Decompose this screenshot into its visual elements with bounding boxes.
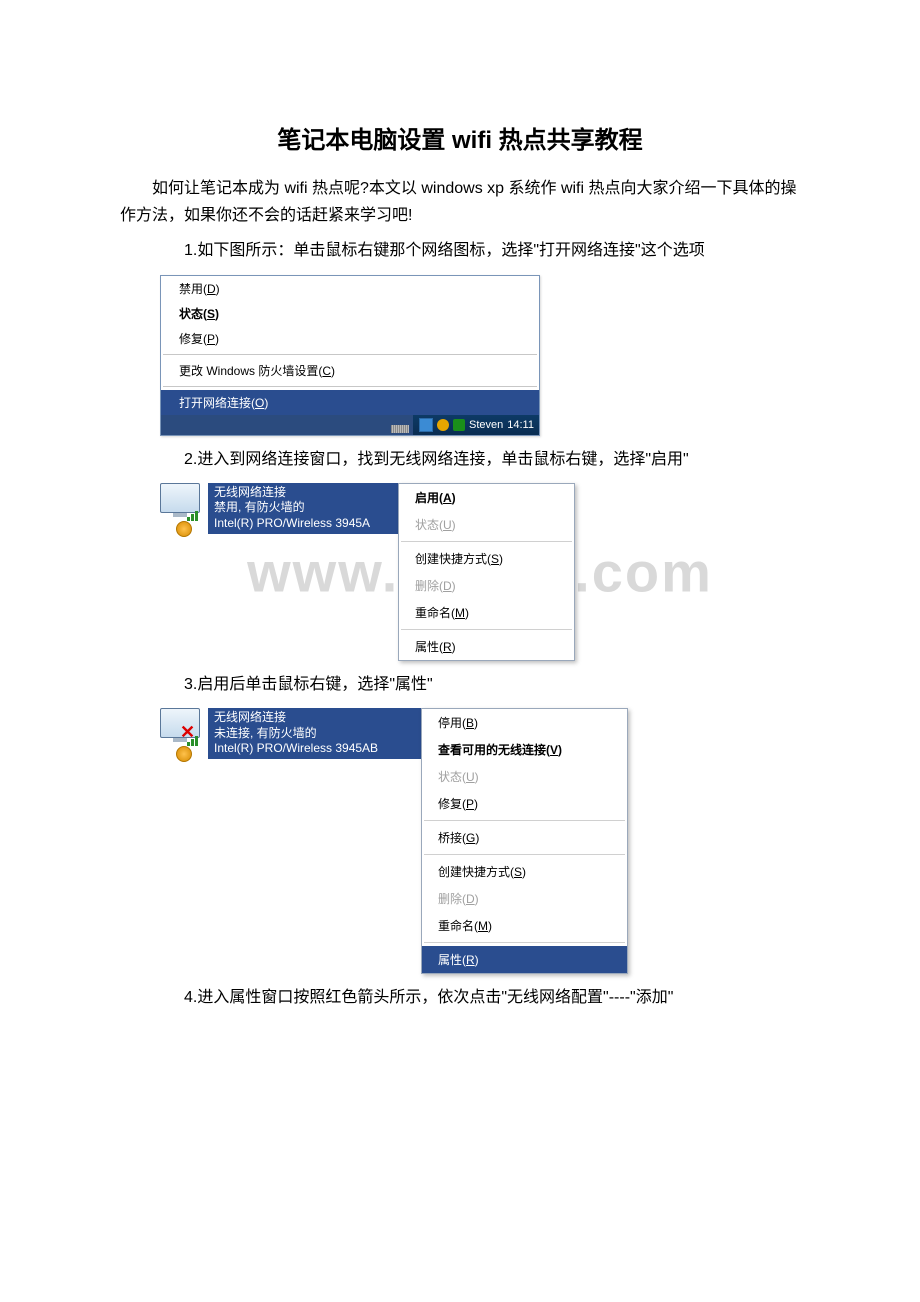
menu-item-enable[interactable]: 启用(A) — [399, 484, 574, 511]
tray-time: 14:11 — [507, 419, 534, 431]
taskbar: Steven 14:11 — [161, 415, 539, 435]
menu-item-bridge[interactable]: 桥接(G) — [422, 824, 627, 851]
menu-item-repair[interactable]: 修复(P) — [422, 790, 627, 817]
menu-item-firewall[interactable]: 更改 Windows 防火墙设置(C) — [161, 358, 539, 383]
menu-item-disable[interactable]: 停用(B) — [422, 709, 627, 736]
step-2: 2.进入到网络连接窗口，找到无线网络连接，单击鼠标右键，选择"启用" — [184, 446, 800, 473]
menu-item-status: 状态(U) — [422, 763, 627, 790]
network-icon[interactable] — [419, 418, 433, 432]
taskbar-context-menu: 禁用(D) 状态(S) 修复(P) 更改 Windows 防火墙设置(C) 打开… — [160, 275, 540, 436]
menu-separator — [424, 942, 625, 943]
menu-item-disable[interactable]: 禁用(D) — [161, 276, 539, 301]
menu-separator — [163, 386, 537, 387]
menu-item-status[interactable]: 状态(S) — [161, 301, 539, 326]
security-icon[interactable] — [437, 419, 449, 431]
step-3: 3.启用后单击鼠标右键，选择"属性" — [184, 671, 800, 698]
wireless-adapter-icon[interactable]: ✕ — [160, 708, 208, 738]
context-menu: 停用(B) 查看可用的无线连接(V) 状态(U) 修复(P) 桥接(G) 创建快… — [421, 708, 628, 974]
menu-item-rename[interactable]: 重命名(M) — [399, 599, 574, 626]
page-title: 笔记本电脑设置 wifi 热点共享教程 — [120, 120, 800, 155]
menu-separator — [424, 820, 625, 821]
menu-item-delete: 删除(D) — [399, 572, 574, 599]
wireless-connection-disabled: 无线网络连接 禁用, 有防火墙的 Intel(R) PRO/Wireless 3… — [160, 483, 628, 661]
menu-item-rename[interactable]: 重命名(M) — [422, 912, 627, 939]
step-4: 4.进入属性窗口按照红色箭头所示，依次点击"无线网络配置"----"添加" — [184, 984, 800, 1011]
wireless-connection-label[interactable]: 无线网络连接 禁用, 有防火墙的 Intel(R) PRO/Wireless 3… — [208, 483, 400, 534]
context-menu: 启用(A) 状态(U) 创建快捷方式(S) 删除(D) 重命名(M) 属性(R) — [398, 483, 575, 661]
menu-separator — [163, 354, 537, 355]
step-1: 1.如下图所示：单击鼠标右键那个网络图标，选择"打开网络连接"这个选项 — [184, 237, 800, 264]
wireless-adapter-icon[interactable] — [160, 483, 208, 513]
menu-separator — [401, 541, 572, 542]
menu-item-status: 状态(U) — [399, 511, 574, 538]
taskbar-handle — [391, 425, 409, 433]
menu-item-properties[interactable]: 属性(R) — [399, 633, 574, 660]
menu-separator — [401, 629, 572, 630]
tray-user: Steven — [469, 419, 503, 431]
menu-item-open-network[interactable]: 打开网络连接(O) — [161, 390, 539, 415]
menu-item-shortcut[interactable]: 创建快捷方式(S) — [399, 545, 574, 572]
wifi-icon[interactable] — [453, 419, 465, 431]
x-icon: ✕ — [180, 722, 195, 743]
menu-item-properties[interactable]: 属性(R) — [422, 946, 627, 973]
menu-item-view-networks[interactable]: 查看可用的无线连接(V) — [422, 736, 627, 763]
menu-item-shortcut[interactable]: 创建快捷方式(S) — [422, 858, 627, 885]
menu-item-repair[interactable]: 修复(P) — [161, 326, 539, 351]
wireless-connection-label[interactable]: 无线网络连接 未连接, 有防火墙的 Intel(R) PRO/Wireless … — [208, 708, 423, 759]
wireless-connection-not-connected: ✕ 无线网络连接 未连接, 有防火墙的 Intel(R) PRO/Wireles… — [160, 708, 628, 974]
menu-item-delete: 删除(D) — [422, 885, 627, 912]
menu-separator — [424, 854, 625, 855]
intro-text: 如何让笔记本成为 wifi 热点呢?本文以 windows xp 系统作 wif… — [120, 175, 800, 229]
